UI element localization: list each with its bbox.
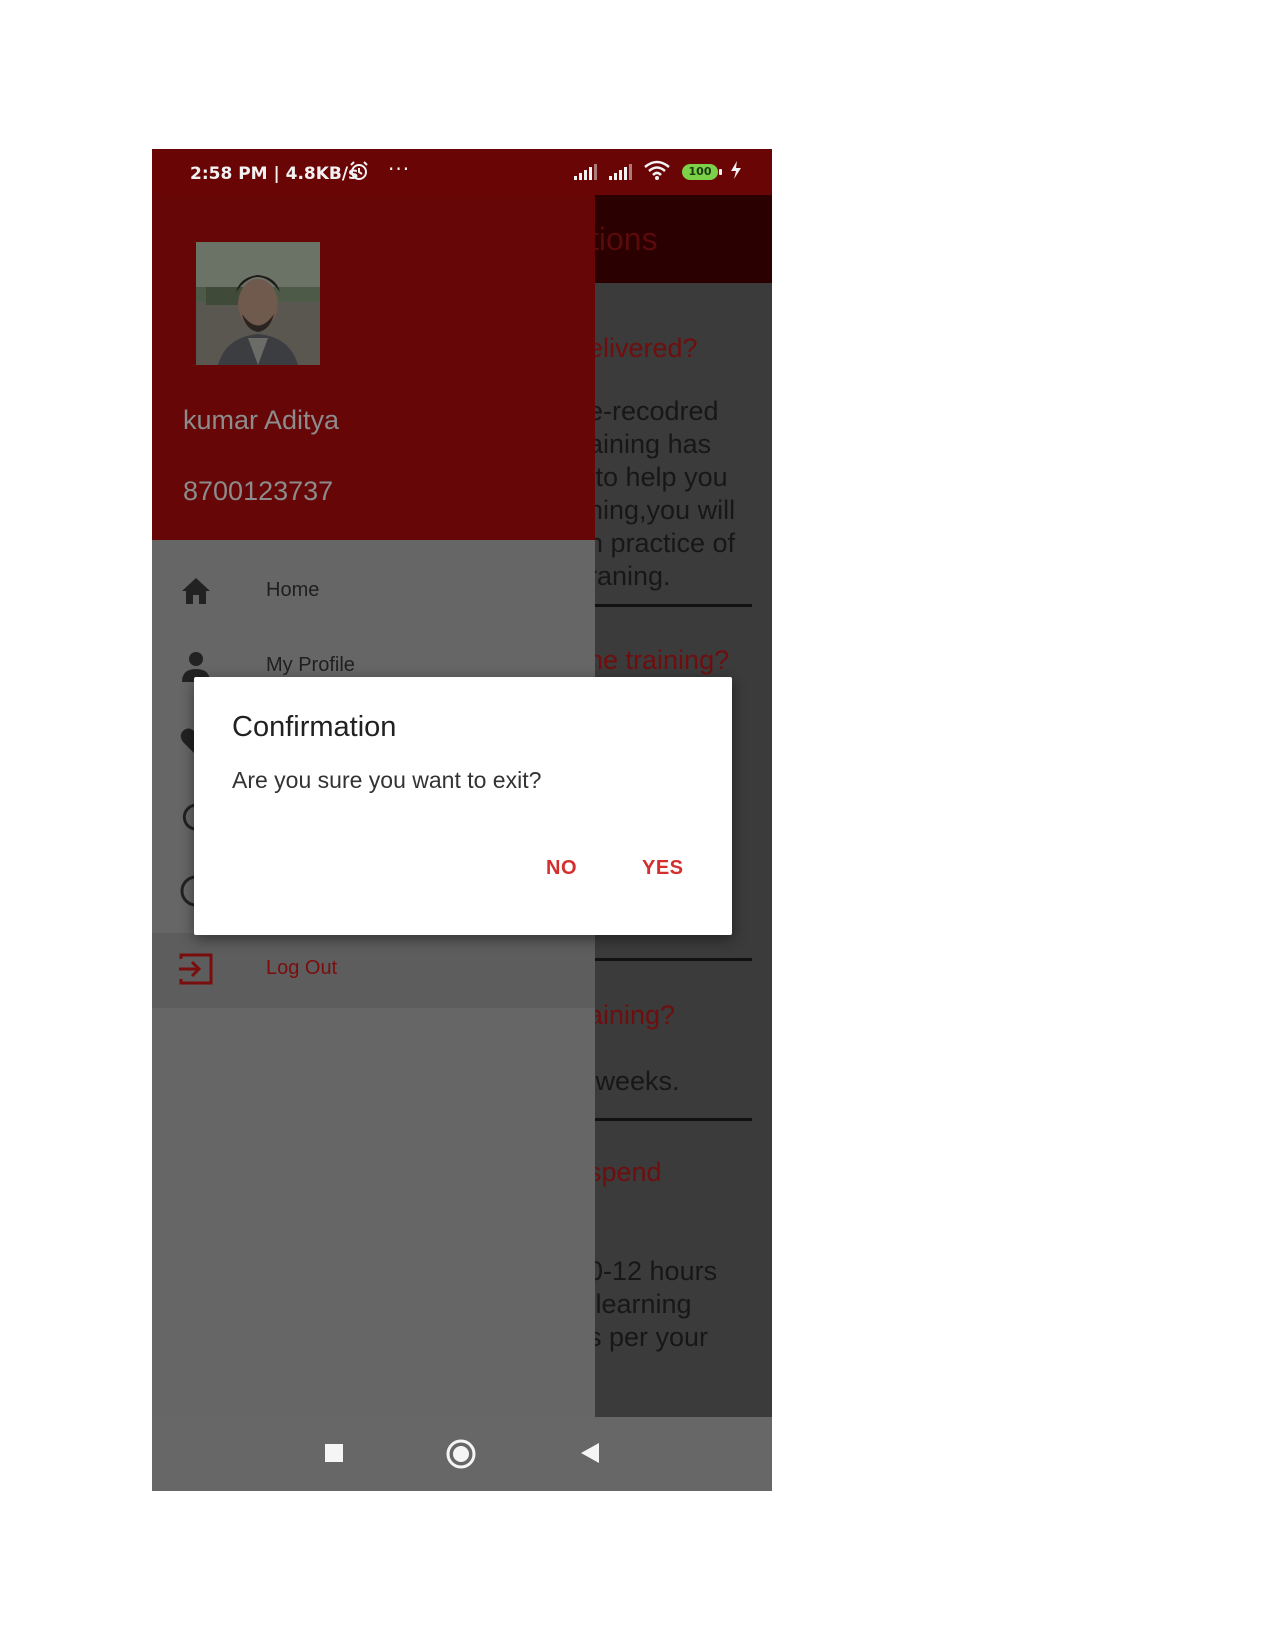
avatar[interactable] — [196, 242, 320, 365]
signal-icon — [609, 164, 632, 180]
alarm-icon — [349, 161, 369, 185]
menu-item-log-out[interactable]: Log Out — [152, 933, 595, 1008]
faq-question: spend — [588, 1157, 662, 1187]
dialog-message: Are you sure you want to exit? — [232, 767, 542, 793]
home-circle-icon[interactable] — [445, 1438, 477, 1474]
faq-answer: weeks. — [588, 1066, 680, 1096]
background-page-title: tions — [590, 221, 658, 257]
faq-divider — [584, 958, 752, 961]
yes-button[interactable]: YES — [642, 857, 684, 880]
faq-answer: 0-12 hours learning s per your — [588, 1256, 718, 1352]
faq-question: he training? — [588, 645, 730, 675]
menu-label-home: Home — [266, 579, 320, 601]
faq-answer: e-recodred aining has to help you ning,y… — [588, 396, 736, 591]
faq-question: elivered? — [588, 333, 698, 363]
faq-divider — [584, 1118, 752, 1121]
status-bar: 2:58 PM | 4.8KB/s ··· 100 — [152, 149, 772, 195]
user-phone: 8700123737 — [183, 476, 334, 506]
faq-question: aining? — [588, 1000, 676, 1030]
menu-item-home[interactable]: Home — [152, 555, 595, 630]
no-button[interactable]: NO — [546, 857, 577, 880]
recents-square-icon[interactable] — [324, 1443, 344, 1467]
more-dots-icon: ··· — [388, 157, 411, 181]
faq-divider — [584, 604, 752, 607]
back-triangle-icon[interactable] — [579, 1441, 601, 1469]
menu-label-my-profile: My Profile — [266, 654, 355, 676]
status-icons: 100 — [574, 159, 742, 185]
drawer-header: kumar Aditya 8700123737 — [152, 195, 595, 540]
phone-screen: 2:58 PM | 4.8KB/s ··· 100 tions elivered… — [152, 149, 772, 1491]
wifi-icon — [644, 160, 670, 184]
logout-icon — [178, 951, 214, 987]
confirmation-dialog: Confirmation Are you sure you want to ex… — [194, 677, 732, 935]
battery-icon: 100 — [682, 164, 722, 180]
system-nav-bar — [152, 1417, 772, 1491]
dialog-title: Confirmation — [232, 711, 397, 743]
menu-label-log-out: Log Out — [266, 957, 338, 979]
status-time: 2:58 PM | 4.8KB/s — [190, 164, 359, 184]
user-name: kumar Aditya — [183, 405, 340, 435]
charging-icon — [730, 161, 742, 183]
home-icon — [178, 573, 214, 609]
signal-icon — [574, 164, 597, 180]
